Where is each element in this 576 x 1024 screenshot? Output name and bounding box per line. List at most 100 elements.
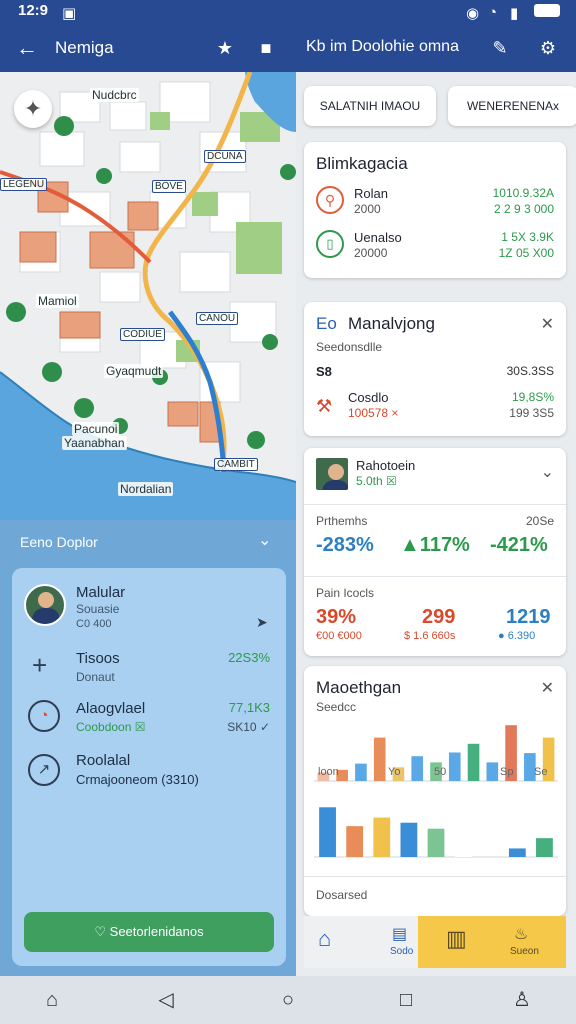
chef-icon: ♨ xyxy=(514,926,529,943)
circle-home-icon[interactable]: ○ xyxy=(274,986,302,1014)
row-sub: Crmajooneom (3310) xyxy=(76,772,199,787)
chevron-down-icon[interactable]: ⌄ xyxy=(258,530,271,550)
row-sub: Donaut xyxy=(76,670,115,684)
chevron-down-icon[interactable]: ⌄ xyxy=(541,462,554,482)
x-label: Yo xyxy=(388,766,401,778)
map-chip[interactable]: CANOU xyxy=(196,312,239,325)
save-icon: ▣ xyxy=(62,5,77,22)
compass-icon[interactable]: ↗ xyxy=(28,754,60,786)
chart-bar xyxy=(319,807,336,857)
divider xyxy=(304,876,566,877)
profile-name: Rahotoein xyxy=(356,458,416,473)
sheet-header: Eeno Doplor xyxy=(20,534,98,550)
bottom-sheet-area: Eeno Doplor ⌄ Malular Souasie C0 400 ➤ +… xyxy=(0,520,296,976)
row-value: 22S3% xyxy=(228,650,270,665)
management-card: Eo Manalvjong ✕ Seedonsdlle S8 30S.3SS ⚒… xyxy=(304,302,566,436)
chart-bar xyxy=(400,822,418,857)
map-label: Gyaqmudt xyxy=(104,364,164,378)
tab-book[interactable]: ▥ ♨ Sueon xyxy=(418,916,566,968)
map-chip[interactable]: CAMBIT xyxy=(214,458,258,471)
row-value2: 199 3S5 xyxy=(509,406,554,420)
row-value: 77,1K3 xyxy=(228,700,270,715)
tab-label: Sodo xyxy=(390,946,414,957)
row-value: 30S.3SS xyxy=(506,364,554,378)
tab-calendar[interactable]: ▤ Sodo xyxy=(364,916,418,968)
row-value: 1010.9.32A xyxy=(492,186,554,200)
row-value: 1 5X 3.9K xyxy=(501,230,554,244)
stat-sub: €00 €000 xyxy=(316,630,362,642)
chart-bar xyxy=(373,817,391,857)
map-chip[interactable]: LEGENU xyxy=(0,178,48,191)
x-label: Se xyxy=(534,766,548,778)
row-label: Cosdlo xyxy=(348,390,389,405)
back-icon[interactable]: ◁ xyxy=(152,986,180,1014)
send-icon[interactable]: ➤ xyxy=(256,614,268,631)
book-icon: ▥ xyxy=(446,926,467,951)
row-value2: 1Z 05 X00 xyxy=(498,246,554,260)
stat-value: 1219 xyxy=(506,606,551,628)
row-title: Tisoos xyxy=(76,650,120,667)
person-icon[interactable]: ♙ xyxy=(508,986,536,1014)
stats-label: Prthemhs xyxy=(316,514,368,528)
chart-card: Maoethgan ✕ Seedcc loon Yo 50 Sp Se Dosa… xyxy=(304,666,566,916)
system-nav-bar: ⌂ ◁ ○ □ ♙ xyxy=(0,976,576,1024)
stat-sub: $ 1.6 660s xyxy=(404,630,456,642)
battery-status-icon: ▯ xyxy=(316,230,344,258)
map-chip[interactable]: CODIUE xyxy=(120,328,165,341)
heart-icon: ♡ xyxy=(94,924,110,939)
recents-icon[interactable]: □ xyxy=(392,986,420,1014)
row-label: Rolan xyxy=(354,186,388,201)
right-title: Kb im Doolohie omna xyxy=(306,38,459,55)
divider xyxy=(304,504,566,505)
home-icon[interactable]: ⌂ xyxy=(38,986,66,1014)
map-label: Pacunoi xyxy=(72,422,120,436)
left-title: Nemiga xyxy=(55,38,114,57)
details-sheet: Malular Souasie C0 400 ➤ + Tisoos Donaut… xyxy=(12,568,286,966)
stat-value: -283% xyxy=(316,534,374,556)
gear-icon[interactable]: ⚙ xyxy=(535,34,561,62)
avatar[interactable] xyxy=(314,456,350,492)
filter-pill[interactable]: SALATNIH IMAOU xyxy=(304,86,436,126)
status-bar: 12:9 ▣ ◉ ◔ ▮ xyxy=(0,0,576,22)
row-value: 19,8S% xyxy=(511,390,554,404)
card-subtitle: Seedcc xyxy=(316,700,357,714)
stat-value: -421% xyxy=(490,534,548,556)
row-sub2: SK10 ✓ xyxy=(227,720,270,734)
divider xyxy=(304,576,566,577)
profile-sub: 5.0th ☒ xyxy=(356,474,397,488)
map-chip[interactable]: BOVE xyxy=(152,180,186,193)
primary-action-button[interactable]: ♡ Seetorlenidanos xyxy=(24,912,274,952)
signal-icon: ◉ xyxy=(466,5,480,22)
person-meta: C0 400 xyxy=(76,618,112,630)
person-role: Souasie xyxy=(76,602,120,616)
star-icon[interactable]: ★ xyxy=(212,34,238,62)
map-view[interactable]: ✦ Nudcbrc Mamiol Gyaqmudt Pacunoi Yaanab… xyxy=(0,72,296,542)
stat-value: ▲117% xyxy=(400,534,470,556)
x-label: loon xyxy=(318,766,339,778)
person-name: Malular xyxy=(76,584,126,601)
row-sub: 2000 xyxy=(354,202,381,216)
clock-icon[interactable]: ◔ xyxy=(28,700,60,732)
edit-icon[interactable]: ✎ xyxy=(487,34,513,62)
stats2-label: Pain Icocls xyxy=(316,586,375,600)
row-label: Uenalso xyxy=(354,230,402,245)
close-icon[interactable]: ✕ xyxy=(541,678,554,698)
avatar[interactable] xyxy=(24,584,66,626)
row-title: Roolalal xyxy=(76,752,131,769)
card-title: Manalvjong xyxy=(348,314,435,333)
close-icon[interactable]: ✕ xyxy=(541,314,554,334)
locate-button[interactable]: ✦ xyxy=(14,90,52,128)
row-value2: 2 2 9 3 000 xyxy=(493,202,554,216)
map-chip[interactable]: DCUNA xyxy=(204,150,246,163)
x-axis-labels: loon Yo 50 Sp Se xyxy=(314,766,558,780)
home-icon: ⌂ xyxy=(318,926,332,951)
bookmark-icon[interactable]: ■ xyxy=(253,34,279,62)
filter-pill[interactable]: WENERENENAx xyxy=(448,86,576,126)
card-title: Blimkagacia xyxy=(316,154,408,173)
back-arrow-icon[interactable]: ← xyxy=(14,34,40,62)
stats-label-right: 20Se xyxy=(525,514,554,528)
wrench-icon: ⚒ xyxy=(316,396,333,416)
row-sub: Coobdoon ☒ xyxy=(76,720,146,734)
plus-icon[interactable]: + xyxy=(32,650,47,681)
tool-icon: ⚲ xyxy=(316,186,344,214)
